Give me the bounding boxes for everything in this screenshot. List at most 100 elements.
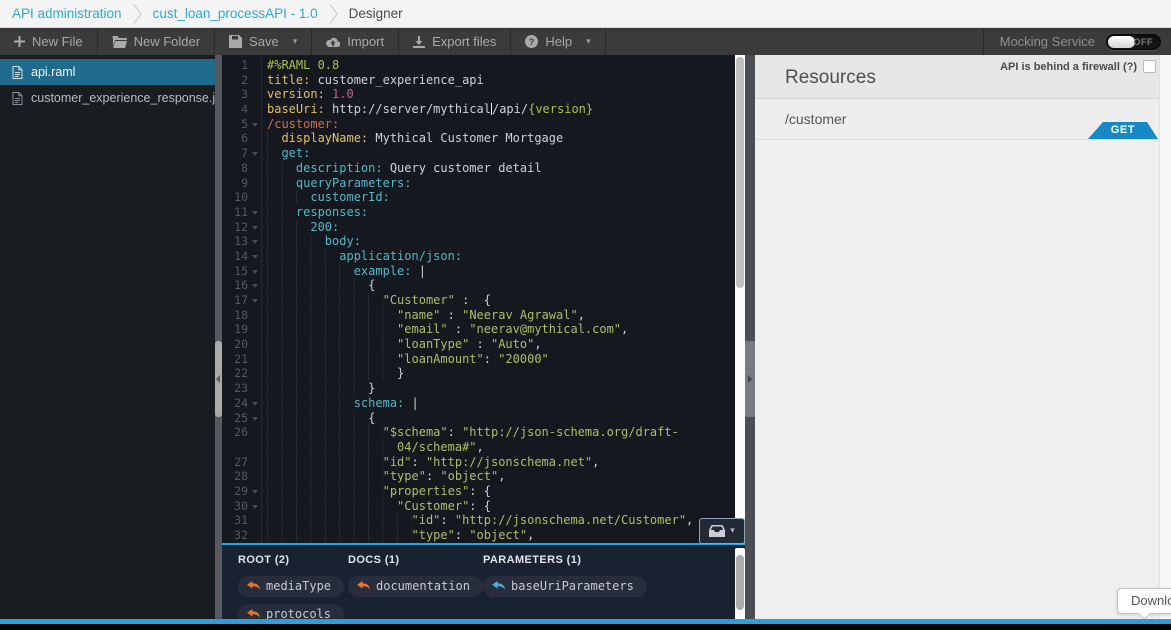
fold-arrow-icon[interactable]	[248, 293, 261, 308]
code-line: 12 200:	[222, 219, 745, 235]
shelf-scrollbar[interactable]	[735, 548, 745, 628]
code-editor[interactable]: 1 #%RAML 0.8 2 title: customer_experience_a…	[222, 55, 745, 545]
editor-scrollbar-thumb[interactable]	[736, 57, 744, 288]
code-text: schema: |	[261, 395, 419, 411]
sidebar-resize-handle[interactable]	[215, 341, 222, 417]
token: {	[368, 410, 376, 425]
mocking-service-toggle[interactable]: OFF	[1106, 33, 1161, 50]
token: "loanType"	[397, 337, 470, 352]
download-button[interactable]: Download	[1117, 588, 1171, 614]
token: "name"	[397, 307, 441, 322]
code-line: 28 "type": "object",	[222, 469, 745, 484]
file-item-customer-experience-response-json[interactable]: customer_experience_response.json	[0, 85, 235, 111]
code-text: application/json:	[261, 248, 462, 264]
fold-gutter	[248, 308, 261, 323]
indent-guides	[267, 410, 369, 425]
line-number: 18	[234, 307, 248, 322]
code-line: 17 "Customer" : {	[222, 293, 745, 308]
resources-scrollbar[interactable]	[1159, 55, 1171, 630]
cloud-upload-icon	[326, 37, 341, 47]
new-folder-button[interactable]: New Folder	[98, 28, 216, 55]
fold-arrow-icon[interactable]	[248, 396, 261, 411]
save-button[interactable]: Save ▾	[215, 28, 313, 55]
resource-row[interactable]: /customer GET	[755, 99, 1171, 140]
help-button[interactable]: ? Help ▾	[511, 28, 606, 55]
fold-gutter	[248, 131, 261, 146]
code-line: 8 description: Query customer detail	[222, 160, 745, 176]
line-number: 8	[241, 160, 248, 175]
token: schema:	[353, 395, 405, 410]
help-circle-icon: ?	[525, 35, 539, 48]
code-line: 2 title: customer_experience_api	[222, 72, 745, 88]
fold-arrow-icon[interactable]	[248, 499, 261, 514]
fold-arrow-icon[interactable]	[248, 264, 261, 279]
right-resize-handle[interactable]	[745, 341, 755, 417]
indent-guides	[267, 204, 296, 219]
token: "http://jsonschema.net"	[425, 454, 593, 469]
shelf-pill-mediaType[interactable]: mediaType	[238, 576, 345, 597]
line-number: 4	[241, 102, 248, 117]
get-method-badge[interactable]: GET	[1088, 122, 1158, 139]
code-text: "id": "http://jsonschema.net",	[261, 454, 599, 470]
token: body:	[324, 234, 361, 249]
token: "$schema"	[382, 425, 448, 440]
fold-arrow-icon[interactable]	[248, 117, 261, 132]
fold-arrow-icon[interactable]	[248, 205, 261, 220]
indent-guides	[267, 322, 398, 337]
download-icon	[413, 35, 426, 48]
svg-text:?: ?	[529, 37, 535, 48]
breadcrumb-item-cust-loan-processapi-1-0[interactable]: cust_loan_processAPI - 1.0	[153, 6, 318, 21]
token: "Customer"	[382, 293, 455, 307]
indent-guides	[267, 337, 398, 352]
code-text: "$schema": "http://json-schema.org/draft…	[261, 425, 679, 440]
token: 200:	[310, 219, 340, 234]
import-button[interactable]: Import	[312, 28, 400, 55]
code-text: 04/schema#",	[261, 439, 484, 455]
shelf-scrollbar-thumb[interactable]	[736, 555, 744, 610]
fold-arrow-icon[interactable]	[248, 249, 261, 264]
shelf-pill-documentation[interactable]: documentation	[348, 576, 483, 597]
shelf-pill-baseUriParameters[interactable]: baseUriParameters	[483, 576, 647, 597]
line-number: 20	[234, 337, 248, 352]
inbox-tray-icon	[709, 525, 726, 537]
token: "http://json-schema.org/draft-	[462, 425, 679, 440]
code-line: 1 #%RAML 0.8	[222, 58, 745, 73]
new-file-button[interactable]: New File	[0, 28, 98, 55]
indent-guides	[267, 278, 369, 293]
token: "Auto"	[490, 337, 535, 352]
code-text: "type": "object",	[261, 528, 534, 543]
fold-gutter	[248, 87, 261, 102]
editor-scrollbar[interactable]	[735, 55, 745, 545]
code-text: title: customer_experience_api	[261, 72, 484, 88]
code-text: get:	[261, 146, 310, 161]
token: http://server/mythical	[324, 102, 491, 117]
file-item-api-raml[interactable]: api.raml	[0, 59, 215, 85]
pill-label: baseUriParameters	[511, 579, 634, 593]
window-bottom-edge	[0, 624, 1171, 630]
fold-arrow-icon[interactable]	[248, 234, 261, 249]
shelf-toggle-button[interactable]: ▾	[699, 518, 745, 544]
code-line: 6 displayName: Mythical Customer Mortgag…	[222, 131, 745, 147]
button-label: New Folder	[133, 34, 201, 49]
breadcrumb-item-api-administration[interactable]: API administration	[12, 6, 122, 21]
fold-gutter	[248, 73, 261, 88]
indent-guides	[267, 190, 311, 205]
fold-arrow-icon[interactable]	[248, 411, 261, 426]
code-line: 16 {	[222, 278, 745, 293]
code-text: customerId:	[261, 190, 390, 205]
code-text: {	[261, 410, 376, 426]
firewall-checkbox[interactable]	[1143, 60, 1156, 73]
firewall-label: API is behind a firewall (?)	[1000, 60, 1137, 73]
indent-guides	[267, 498, 398, 513]
fold-arrow-icon[interactable]	[248, 278, 261, 293]
indent-guides	[267, 381, 369, 396]
token: :	[440, 513, 455, 528]
fold-gutter	[248, 513, 261, 528]
fold-arrow-icon[interactable]	[248, 146, 261, 161]
token: "object"	[440, 469, 499, 484]
fold-arrow-icon[interactable]	[248, 220, 261, 235]
export-files-button[interactable]: Export files	[399, 28, 512, 55]
code-line: 25 {	[222, 410, 745, 426]
fold-arrow-icon[interactable]	[248, 484, 261, 499]
code-line: 31 "id": "http://jsonschema.net/Customer…	[222, 513, 745, 528]
